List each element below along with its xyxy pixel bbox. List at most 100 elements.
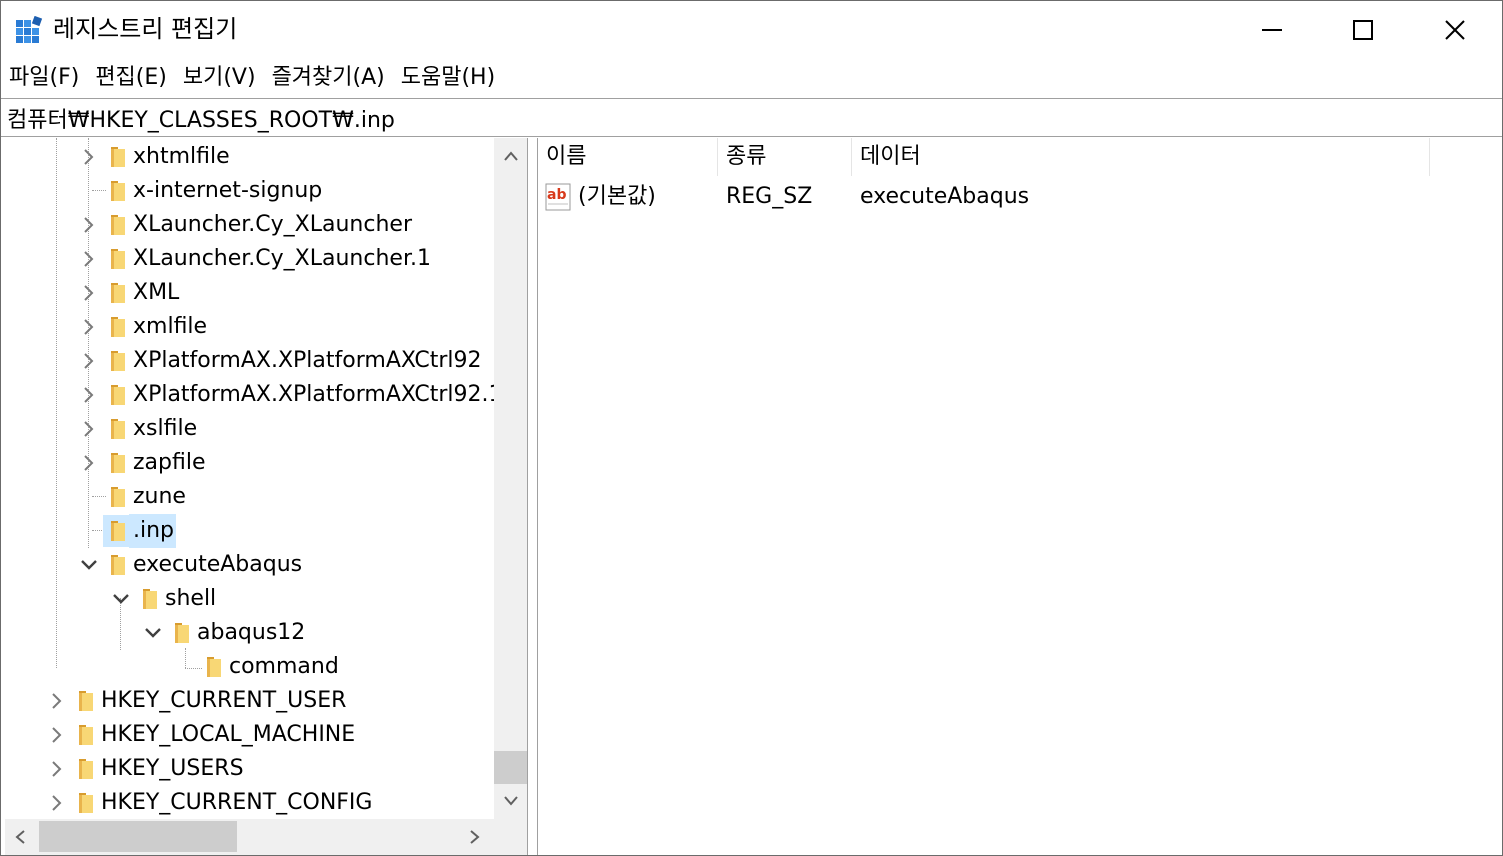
tree-item[interactable]: xhtmlfile	[5, 140, 494, 174]
tree-item-label: zune	[133, 484, 186, 509]
tree-item[interactable]: XPlatformAX.XPlatformAXCtrl92.1	[5, 378, 494, 412]
tree-expander[interactable]	[77, 140, 101, 174]
scroll-right-button[interactable]	[460, 819, 490, 855]
string-value-icon-text: ab	[547, 187, 566, 203]
tree-item-label: XPlatformAX.XPlatformAXCtrl92	[133, 348, 482, 373]
tree-item[interactable]: XLauncher.Cy_XLauncher	[5, 208, 494, 242]
folder-icon	[79, 691, 93, 711]
chevron-up-icon	[503, 151, 518, 161]
tree-item[interactable]: HKEY_CURRENT_CONFIG	[5, 786, 494, 819]
chevron-down-icon	[145, 628, 161, 638]
column-name-header[interactable]: 이름	[538, 138, 718, 176]
chevron-right-icon	[84, 251, 94, 267]
tree-item-label: HKEY_USERS	[101, 756, 244, 781]
tree-expander[interactable]	[109, 582, 133, 616]
tree-item-label: shell	[165, 586, 217, 611]
tree-horizontal-scrollbar[interactable]	[5, 819, 494, 855]
tree-expander[interactable]	[45, 786, 69, 819]
tree-expander[interactable]	[45, 718, 69, 752]
title-bar: 레지스트리 편집기	[1, 1, 1502, 58]
scroll-down-button[interactable]	[494, 783, 527, 819]
horizontal-scroll-thumb[interactable]	[39, 821, 237, 852]
tree-item-label: XPlatformAX.XPlatformAXCtrl92.1	[133, 382, 494, 407]
scroll-left-button[interactable]	[5, 819, 35, 855]
tree-expander[interactable]	[77, 344, 101, 378]
value-name: (기본값)	[578, 184, 656, 209]
column-data-header[interactable]: 데이터	[852, 138, 1430, 176]
folder-icon	[111, 487, 125, 507]
tree-item[interactable]: command	[5, 650, 494, 684]
close-button[interactable]	[1409, 1, 1501, 58]
vertical-scroll-thumb[interactable]	[494, 751, 527, 784]
value-type: REG_SZ	[726, 184, 813, 209]
chevron-right-icon	[84, 217, 94, 233]
tree-expander[interactable]	[77, 548, 101, 582]
tree-expander[interactable]	[77, 446, 101, 480]
tree-item[interactable]: shell	[5, 582, 494, 616]
tree-item[interactable]: xmlfile	[5, 310, 494, 344]
tree-item[interactable]: xslfile	[5, 412, 494, 446]
menu-bar: 파일(F) 편집(E) 보기(V) 즐겨찾기(A) 도움말(H)	[1, 59, 1502, 97]
tree-item-label: command	[229, 654, 339, 679]
maximize-button[interactable]	[1317, 1, 1409, 58]
tree-item[interactable]: .inp	[5, 514, 494, 548]
folder-icon	[175, 623, 189, 643]
tree-expander[interactable]	[45, 684, 69, 718]
key-tree: xhtmlfile x-internet-signup XLauncher.Cy_X…	[5, 138, 494, 819]
tree-item[interactable]: HKEY_USERS	[5, 752, 494, 786]
chevron-right-icon	[84, 387, 94, 403]
window-title: 레지스트리 편집기	[53, 15, 238, 43]
tree-item[interactable]: XPlatformAX.XPlatformAXCtrl92	[5, 344, 494, 378]
string-value-icon: ab	[545, 183, 571, 211]
menu-help[interactable]: 도움말(H)	[393, 59, 503, 97]
tree-expander[interactable]	[77, 208, 101, 242]
tree-item[interactable]: XML	[5, 276, 494, 310]
value-row[interactable]: ab (기본값) REG_SZ executeAbaqus	[538, 179, 1438, 215]
menu-edit[interactable]: 편집(E)	[87, 59, 175, 97]
tree-expander[interactable]	[77, 276, 101, 310]
minimize-icon	[1262, 28, 1282, 31]
scroll-up-button[interactable]	[494, 138, 527, 174]
tree-item[interactable]: XLauncher.Cy_XLauncher.1	[5, 242, 494, 276]
folder-icon	[111, 419, 125, 439]
tree-expander[interactable]	[77, 412, 101, 446]
tree-item-label: executeAbaqus	[133, 552, 303, 577]
tree-item[interactable]: HKEY_LOCAL_MACHINE	[5, 718, 494, 752]
registry-editor-app-icon	[16, 16, 43, 43]
tree-item[interactable]: zapfile	[5, 446, 494, 480]
tree-item-label: XLauncher.Cy_XLauncher.1	[133, 246, 431, 271]
column-type-header[interactable]: 종류	[718, 138, 852, 176]
folder-icon	[79, 725, 93, 745]
menu-view[interactable]: 보기(V)	[175, 59, 264, 97]
tree-expander[interactable]	[45, 752, 69, 786]
value-data: executeAbaqus	[860, 184, 1030, 209]
folder-icon	[207, 657, 221, 677]
chevron-right-icon	[52, 795, 62, 811]
chevron-right-icon	[52, 727, 62, 743]
tree-expander[interactable]	[77, 378, 101, 412]
tree-item[interactable]: x-internet-signup	[5, 174, 494, 208]
chevron-right-icon	[84, 455, 94, 471]
address-bar	[1, 98, 1502, 137]
tree-vertical-scrollbar[interactable]	[494, 138, 527, 819]
tree-item[interactable]: HKEY_CURRENT_USER	[5, 684, 494, 718]
tree-item-label: XML	[133, 280, 180, 305]
folder-icon	[111, 317, 125, 337]
minimize-button[interactable]	[1226, 1, 1318, 58]
tree-item-label: HKEY_CURRENT_USER	[101, 688, 347, 713]
tree-expander[interactable]	[141, 616, 165, 650]
tree-item[interactable]: abaqus12	[5, 616, 494, 650]
tree-expander[interactable]	[77, 310, 101, 344]
folder-icon	[111, 453, 125, 473]
tree-item-label: HKEY_LOCAL_MACHINE	[101, 722, 356, 747]
tree-item-label-selected: .inp	[129, 514, 177, 548]
maximize-icon	[1353, 19, 1373, 40]
folder-icon	[79, 759, 93, 779]
tree-item[interactable]: zune	[5, 480, 494, 514]
menu-favorites[interactable]: 즐겨찾기(A)	[264, 59, 393, 97]
tree-expander[interactable]	[77, 242, 101, 276]
menu-file[interactable]: 파일(F)	[1, 59, 87, 97]
chevron-right-icon	[52, 693, 62, 709]
address-input[interactable]	[1, 99, 1502, 136]
tree-item[interactable]: executeAbaqus	[5, 548, 494, 582]
